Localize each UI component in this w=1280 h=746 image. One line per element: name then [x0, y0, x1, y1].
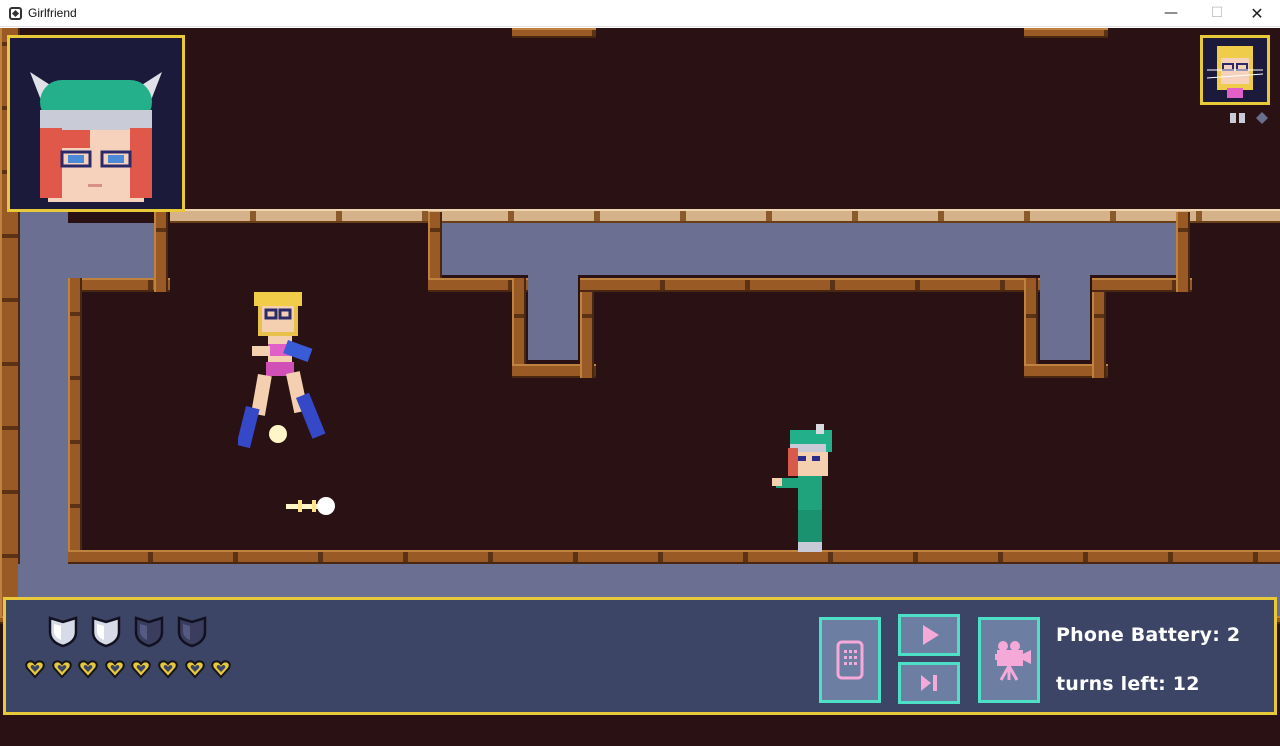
shield-icon	[48, 616, 78, 648]
ceiling-brick	[1024, 28, 1108, 38]
phone-battery-label: Phone Battery: 2	[1056, 624, 1241, 646]
step-button[interactable]	[898, 662, 960, 704]
hud-panel: Phone Battery: 2 turns left: 12	[3, 597, 1277, 715]
heart-icon	[25, 660, 45, 679]
upper-ledge	[170, 209, 1280, 223]
pause-icon	[1230, 112, 1268, 124]
inner-brick	[1024, 278, 1038, 378]
blonde-character	[238, 292, 326, 448]
inner-brick	[1176, 212, 1190, 292]
ceiling-brick	[512, 28, 596, 38]
shield-icon	[134, 616, 164, 648]
helmet-girl-character	[772, 424, 832, 552]
left-wall	[18, 212, 68, 622]
app-icon	[9, 7, 22, 20]
helmet-girl-portrait	[30, 72, 162, 202]
title-bar: Girlfriend — ☐ ✕	[0, 0, 1280, 27]
upper-corridor-drop	[1040, 275, 1090, 360]
shield-icon	[177, 616, 207, 648]
upper-corridor-drop	[528, 275, 578, 360]
shield-icon	[91, 616, 121, 648]
window-title: Girlfriend	[28, 6, 77, 20]
heart-icon	[184, 660, 205, 679]
inner-brick	[580, 278, 594, 378]
camera-button[interactable]	[978, 617, 1040, 703]
energy-projectile	[286, 497, 335, 515]
close-button[interactable]: ✕	[1234, 0, 1280, 27]
step-forward-icon	[921, 675, 937, 691]
play-icon	[923, 625, 939, 645]
inner-brick	[1092, 278, 1106, 378]
camera-icon	[995, 641, 1031, 681]
upper-corridor	[68, 223, 158, 283]
heart-icon	[211, 660, 231, 679]
inner-brick	[68, 278, 82, 568]
inner-brick	[580, 278, 1040, 292]
heart-icon	[158, 660, 178, 679]
turns-left-label: turns left: 12	[1056, 673, 1200, 695]
heart-icon	[131, 660, 152, 679]
inner-brick	[154, 212, 168, 292]
heart-icon	[51, 660, 72, 679]
inner-brick	[512, 278, 526, 378]
player-portrait	[7, 35, 185, 212]
blonde-girl-portrait	[1206, 46, 1264, 98]
heart-icon	[78, 660, 98, 679]
floor-brick	[68, 550, 1280, 564]
companion-portrait	[1200, 35, 1270, 105]
phone-icon	[836, 640, 864, 680]
play-button[interactable]	[898, 614, 960, 656]
upper-corridor	[440, 223, 1180, 275]
phone-button[interactable]	[819, 617, 881, 703]
status-mini-icons	[1228, 111, 1274, 125]
minimize-button[interactable]: —	[1148, 0, 1194, 27]
heart-icon	[105, 660, 125, 679]
